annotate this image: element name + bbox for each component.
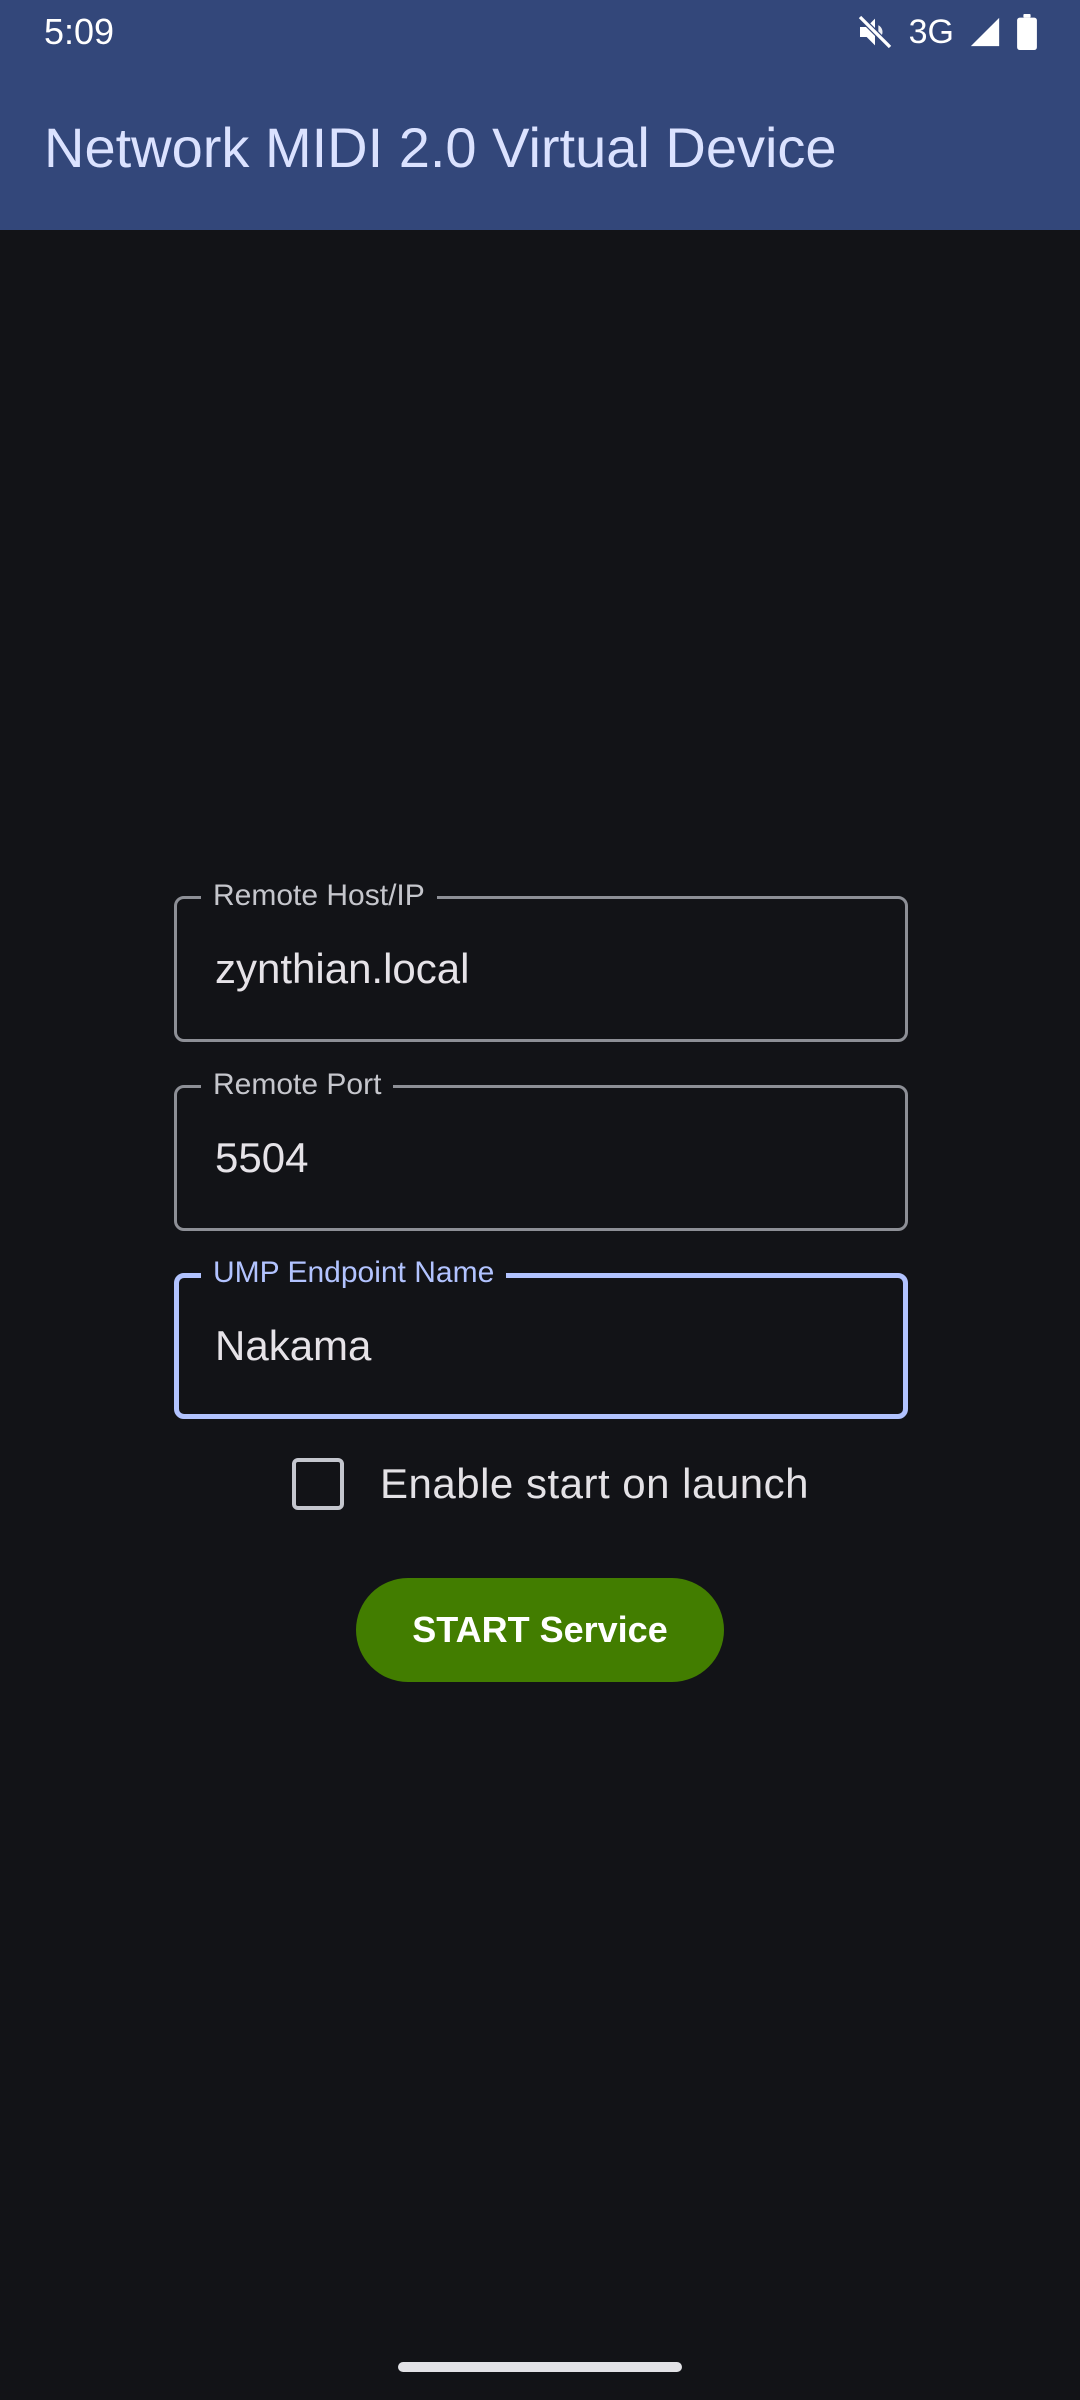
endpoint-name-field[interactable]: UMP Endpoint Name bbox=[174, 1254, 908, 1419]
signal-icon bbox=[968, 15, 1002, 49]
start-service-button[interactable]: START Service bbox=[356, 1578, 724, 1682]
remote-host-field[interactable]: Remote Host/IP bbox=[174, 877, 908, 1042]
mute-icon bbox=[855, 12, 895, 52]
app-screen: 5:09 3G Network MIDI 2.0 Virtual Device … bbox=[0, 0, 1080, 2400]
app-header: 5:09 3G Network MIDI 2.0 Virtual Device bbox=[0, 0, 1080, 230]
start-on-launch-label[interactable]: Enable start on launch bbox=[380, 1460, 809, 1508]
start-on-launch-row[interactable]: Enable start on launch bbox=[292, 1457, 809, 1511]
endpoint-name-input[interactable] bbox=[215, 1278, 883, 1414]
start-on-launch-checkbox[interactable] bbox=[292, 1458, 344, 1510]
app-title: Network MIDI 2.0 Virtual Device bbox=[44, 116, 837, 179]
remote-port-field[interactable]: Remote Port bbox=[174, 1066, 908, 1231]
network-type-label: 3G bbox=[908, 13, 954, 51]
remote-host-input[interactable] bbox=[215, 899, 885, 1039]
status-icons: 3G bbox=[855, 10, 1038, 54]
battery-icon bbox=[1016, 14, 1038, 50]
status-time: 5:09 bbox=[44, 11, 115, 52]
gesture-navigation-bar[interactable] bbox=[398, 2362, 682, 2372]
remote-port-input[interactable] bbox=[215, 1088, 885, 1228]
